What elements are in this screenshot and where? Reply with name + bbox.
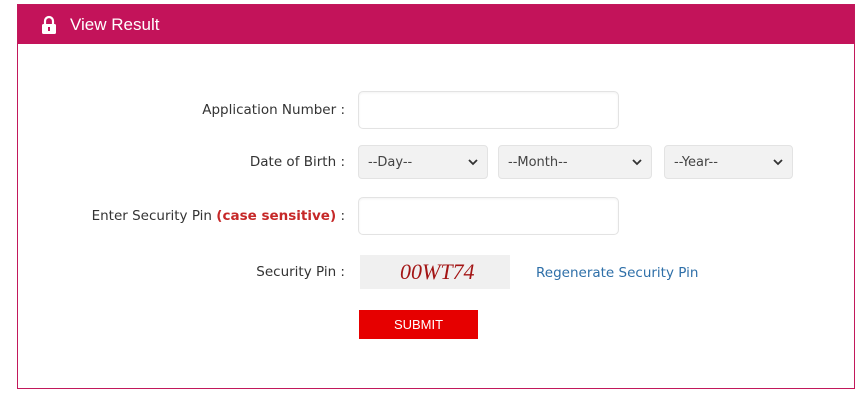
month-select-value: --Month-- bbox=[508, 154, 568, 170]
application-number-input[interactable] bbox=[358, 91, 619, 129]
panel-title: View Result bbox=[70, 14, 160, 34]
date-of-birth-label: Date of Birth : bbox=[249, 154, 345, 170]
regenerate-security-pin-link[interactable]: Regenerate Security Pin bbox=[536, 265, 698, 281]
captcha-text: 00WT74 bbox=[400, 259, 475, 284]
chevron-down-icon bbox=[468, 159, 478, 166]
submit-button[interactable]: SUBMIT bbox=[359, 310, 478, 339]
day-select-value: --Day-- bbox=[368, 154, 413, 170]
enter-security-pin-row: Enter Security Pin (case sensitive) : bbox=[18, 196, 854, 236]
enter-security-pin-colon: : bbox=[340, 208, 345, 224]
date-of-birth-row: Date of Birth : --Day-- --Month-- --Year… bbox=[18, 142, 854, 182]
year-select[interactable]: --Year-- bbox=[664, 145, 793, 179]
security-pin-input[interactable] bbox=[358, 197, 619, 235]
chevron-down-icon bbox=[773, 159, 783, 166]
application-number-row: Application Number : bbox=[18, 90, 854, 130]
enter-security-pin-label: Enter Security Pin (case sensitive) : bbox=[92, 196, 345, 236]
application-number-label: Application Number : bbox=[202, 102, 345, 118]
case-sensitive-note: (case sensitive) bbox=[216, 208, 337, 224]
view-result-panel: View Result Application Number : Date of… bbox=[17, 4, 855, 389]
security-pin-label: Security Pin : bbox=[256, 264, 345, 280]
chevron-down-icon bbox=[632, 159, 642, 166]
enter-security-pin-label-text: Enter Security Pin bbox=[91, 208, 212, 224]
captcha-image: 00WT74 bbox=[360, 255, 510, 289]
security-pin-row: Security Pin : 00WT74 Regenerate Securit… bbox=[18, 255, 854, 295]
lock-icon bbox=[41, 15, 57, 35]
day-select[interactable]: --Day-- bbox=[358, 145, 488, 179]
panel-header: View Result bbox=[18, 5, 854, 44]
month-select[interactable]: --Month-- bbox=[498, 145, 652, 179]
year-select-value: --Year-- bbox=[674, 154, 718, 170]
